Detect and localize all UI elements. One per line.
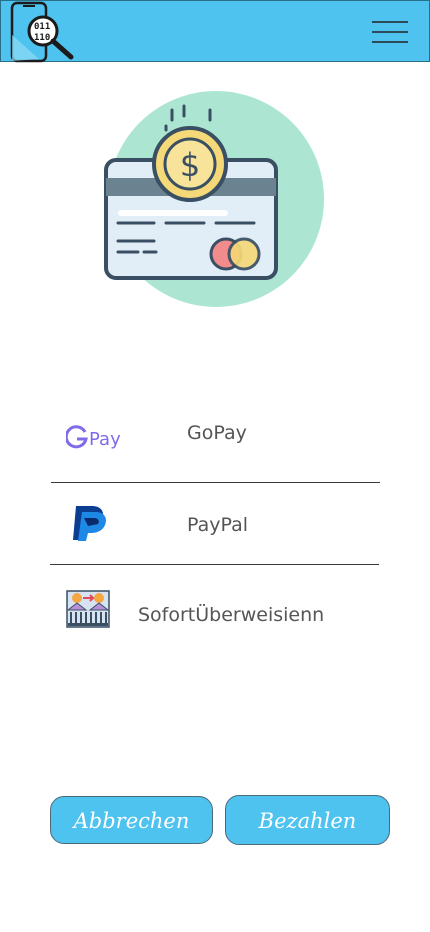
top-app-bar: 011 110 [0,0,430,63]
payment-label-sofort: SofortÜberweisienn [138,604,325,626]
payment-option-paypal[interactable]: PayPal [50,484,380,564]
pay-button[interactable]: Bezahlen [225,795,390,845]
payment-option-sofort[interactable]: SofortÜberweisienn [50,574,380,654]
paypal-logo-icon [73,506,106,541]
payment-label-gopay: GoPay [187,422,247,444]
bank-transfer-icon [66,590,110,628]
phone-binary-search-icon[interactable]: 011 110 [9,1,75,63]
credit-card-dollar-coin-icon: $ [104,91,324,307]
payment-label-paypal: PayPal [187,514,249,536]
hamburger-menu-icon[interactable] [369,17,409,47]
svg-text:011: 011 [34,22,50,32]
google-pay-logo-icon: Pay [66,425,121,450]
svg-text:110: 110 [34,33,50,43]
divider [50,564,379,565]
payment-option-gopay[interactable]: Pay GoPay [50,394,380,474]
divider [51,482,380,483]
svg-text:Pay: Pay [89,429,121,450]
svg-text:$: $ [180,146,200,184]
cancel-button[interactable]: Abbrechen [50,796,213,844]
